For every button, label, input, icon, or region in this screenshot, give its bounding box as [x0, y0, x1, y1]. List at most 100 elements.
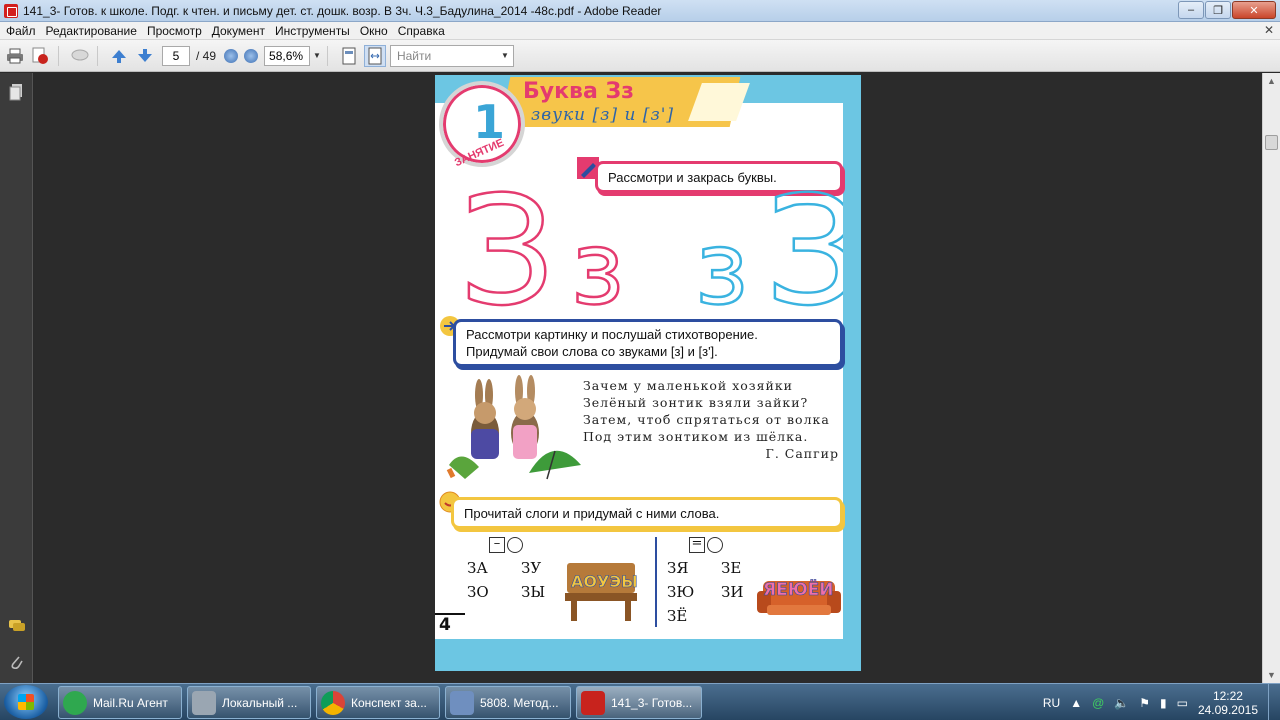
- scroll-down-icon[interactable]: ▼: [1267, 670, 1276, 680]
- attachments-icon[interactable]: [8, 653, 24, 671]
- poem-author: Г. Сапгир: [765, 446, 839, 461]
- menu-file[interactable]: Файл: [2, 24, 40, 38]
- comment-icon[interactable]: [69, 45, 91, 67]
- taskbar-mailru-agent[interactable]: Mail.Ru Агент: [58, 686, 182, 719]
- maximize-button[interactable]: ❐: [1205, 1, 1231, 19]
- bench-letters: АОУЭЫ: [571, 572, 638, 591]
- taskbar-methodics[interactable]: 5808. Метод...: [445, 686, 571, 719]
- start-button[interactable]: [4, 685, 48, 719]
- next-page-icon[interactable]: [134, 45, 156, 67]
- task-2-line-1: Рассмотри картинку и послушай стихотворе…: [466, 327, 758, 342]
- show-hidden-icons-icon[interactable]: ▲: [1070, 696, 1082, 710]
- syllables-left: – ЗА ЗУ ЗО ЗЫ: [467, 537, 561, 601]
- page-total: / 49: [196, 48, 217, 63]
- windows-logo-icon: [18, 694, 34, 710]
- clock-time: 12:22: [1212, 688, 1243, 703]
- drive-icon: [192, 690, 216, 715]
- poem-line: Под этим зонтиком из шёлка.: [583, 429, 809, 444]
- zoom-level-input[interactable]: 58,6%: [264, 45, 311, 66]
- sofa-letters: ЯЕЮЁИ: [763, 578, 834, 600]
- pdf-icon: [581, 690, 605, 715]
- find-dropdown-icon[interactable]: ▼: [501, 46, 509, 66]
- taskbar-label: 5808. Метод...: [480, 695, 559, 710]
- scroll-thumb[interactable]: [1265, 135, 1278, 150]
- poem-line: Зачем у маленькой хозяйки: [583, 378, 793, 393]
- menu-window[interactable]: Окно: [356, 24, 392, 38]
- bunnies-umbrella-illustration: [446, 375, 581, 480]
- minimize-button[interactable]: –: [1178, 1, 1204, 19]
- find-placeholder: Найти: [396, 48, 432, 63]
- pdf-page: Буква Зз звуки [з] и [з'] 1 ЗАНЯТИЕ Расс…: [435, 75, 861, 671]
- task-2-line-2: Придумай свои слова со звуками [з] и [з'…: [466, 344, 718, 359]
- fit-page-icon[interactable]: [338, 45, 360, 67]
- big-letter-lowercase-blue: з: [695, 210, 748, 313]
- network-icon[interactable]: ▭: [1177, 696, 1188, 710]
- syllables-right: = ЗЯ ЗЕ ЗЮ ЗИ ЗЁ: [667, 537, 761, 625]
- toolbar-separator: [58, 45, 59, 66]
- window-controls: – ❐ ✕: [1178, 1, 1276, 19]
- document-close-icon[interactable]: ✕: [1264, 23, 1274, 37]
- taskbar-chrome[interactable]: Конспект за...: [316, 686, 440, 719]
- action-center-icon[interactable]: ⚑: [1139, 696, 1150, 710]
- menu-edit[interactable]: Редактирование: [42, 24, 141, 38]
- find-input[interactable]: Найти ▼: [389, 44, 514, 67]
- poem: Зачем у маленькой хозяйки Зелёный зонтик…: [583, 377, 839, 462]
- zoom-dropdown-icon[interactable]: ▼: [313, 51, 321, 60]
- schema-circle: [707, 537, 723, 553]
- page-thumbnails-icon[interactable]: [8, 83, 24, 101]
- show-desktop-button[interactable]: [1268, 684, 1280, 720]
- comments-panel-icon[interactable]: [8, 619, 25, 637]
- menu-bar: Файл Редактирование Просмотр Документ Ин…: [0, 22, 1280, 40]
- taskbar-label: Локальный ...: [222, 695, 298, 710]
- menu-view[interactable]: Просмотр: [143, 24, 206, 38]
- system-tray: RU ▲ @ 🔈 ⚑ ▮ ▭ 12:22 24.09.2015: [1043, 684, 1280, 720]
- syllable: ЗЯ: [667, 559, 689, 577]
- vertical-scrollbar[interactable]: ▲ ▼: [1262, 73, 1280, 683]
- mailru-tray-icon[interactable]: @: [1092, 696, 1104, 710]
- navigation-panel: [0, 73, 33, 683]
- create-pdf-icon[interactable]: [30, 45, 52, 67]
- taskbar-adobe-reader[interactable]: 141_3- Готов...: [576, 686, 702, 719]
- language-indicator[interactable]: RU: [1043, 696, 1060, 710]
- print-icon[interactable]: [4, 45, 26, 67]
- big-letter-uppercase-blue: З: [765, 173, 843, 313]
- volume-icon[interactable]: 🔈: [1114, 696, 1129, 710]
- power-icon[interactable]: ▮: [1160, 696, 1167, 710]
- page-number-input[interactable]: 5: [162, 45, 190, 66]
- adobe-reader-window: 141_3- Готов. к школе. Подг. к чтен. и п…: [0, 0, 1280, 720]
- mailru-agent-icon: [63, 690, 87, 715]
- zoom-out-icon[interactable]: [224, 48, 239, 63]
- syllable: ЗЮ: [667, 583, 695, 601]
- page-bottom-band: [435, 639, 861, 671]
- outlined-letters: З з з З: [459, 173, 843, 313]
- syllable: ЗЁ: [667, 607, 688, 625]
- big-letter-uppercase-pink: З: [459, 173, 555, 313]
- sofa-letters-illustration: ЯЕЮЁИ: [757, 578, 841, 615]
- menu-help[interactable]: Справка: [394, 24, 449, 38]
- lesson-badge: 1 ЗАНЯТИЕ: [439, 81, 525, 169]
- sound-subtitle: звуки [з] и [з']: [531, 105, 675, 125]
- page-right-band: [843, 75, 861, 671]
- close-button[interactable]: ✕: [1232, 1, 1276, 19]
- letter-title: Буква Зз: [523, 79, 634, 104]
- scroll-up-icon[interactable]: ▲: [1267, 76, 1276, 86]
- clock[interactable]: 12:22 24.09.2015: [1198, 689, 1258, 717]
- syllable: ЗЫ: [521, 583, 546, 601]
- zoom-in-icon[interactable]: [244, 48, 259, 63]
- schema-square: –: [489, 537, 505, 553]
- schema-square: =: [689, 537, 705, 553]
- previous-page-icon[interactable]: [108, 45, 130, 67]
- fit-width-icon[interactable]: [363, 44, 386, 67]
- taskbar-label: Mail.Ru Агент: [93, 695, 168, 710]
- poem-line: Зелёный зонтик взяли зайки?: [583, 395, 809, 410]
- bench-letters-illustration: АОУЭЫ: [565, 563, 638, 621]
- toolbar: 5 / 49 58,6% ▼ Найти ▼: [0, 40, 1280, 72]
- syllable: ЗА: [467, 559, 488, 577]
- menu-tools[interactable]: Инструменты: [271, 24, 354, 38]
- syllable: ЗУ: [521, 559, 542, 577]
- menu-document[interactable]: Документ: [208, 24, 269, 38]
- task-2-instruction: Рассмотри картинку и послушай стихотворе…: [453, 319, 843, 367]
- taskbar-local-disk[interactable]: Локальный ...: [187, 686, 311, 719]
- title-bar: 141_3- Готов. к школе. Подг. к чтен. и п…: [0, 0, 1280, 22]
- syllable-schema-hard: –: [489, 537, 561, 553]
